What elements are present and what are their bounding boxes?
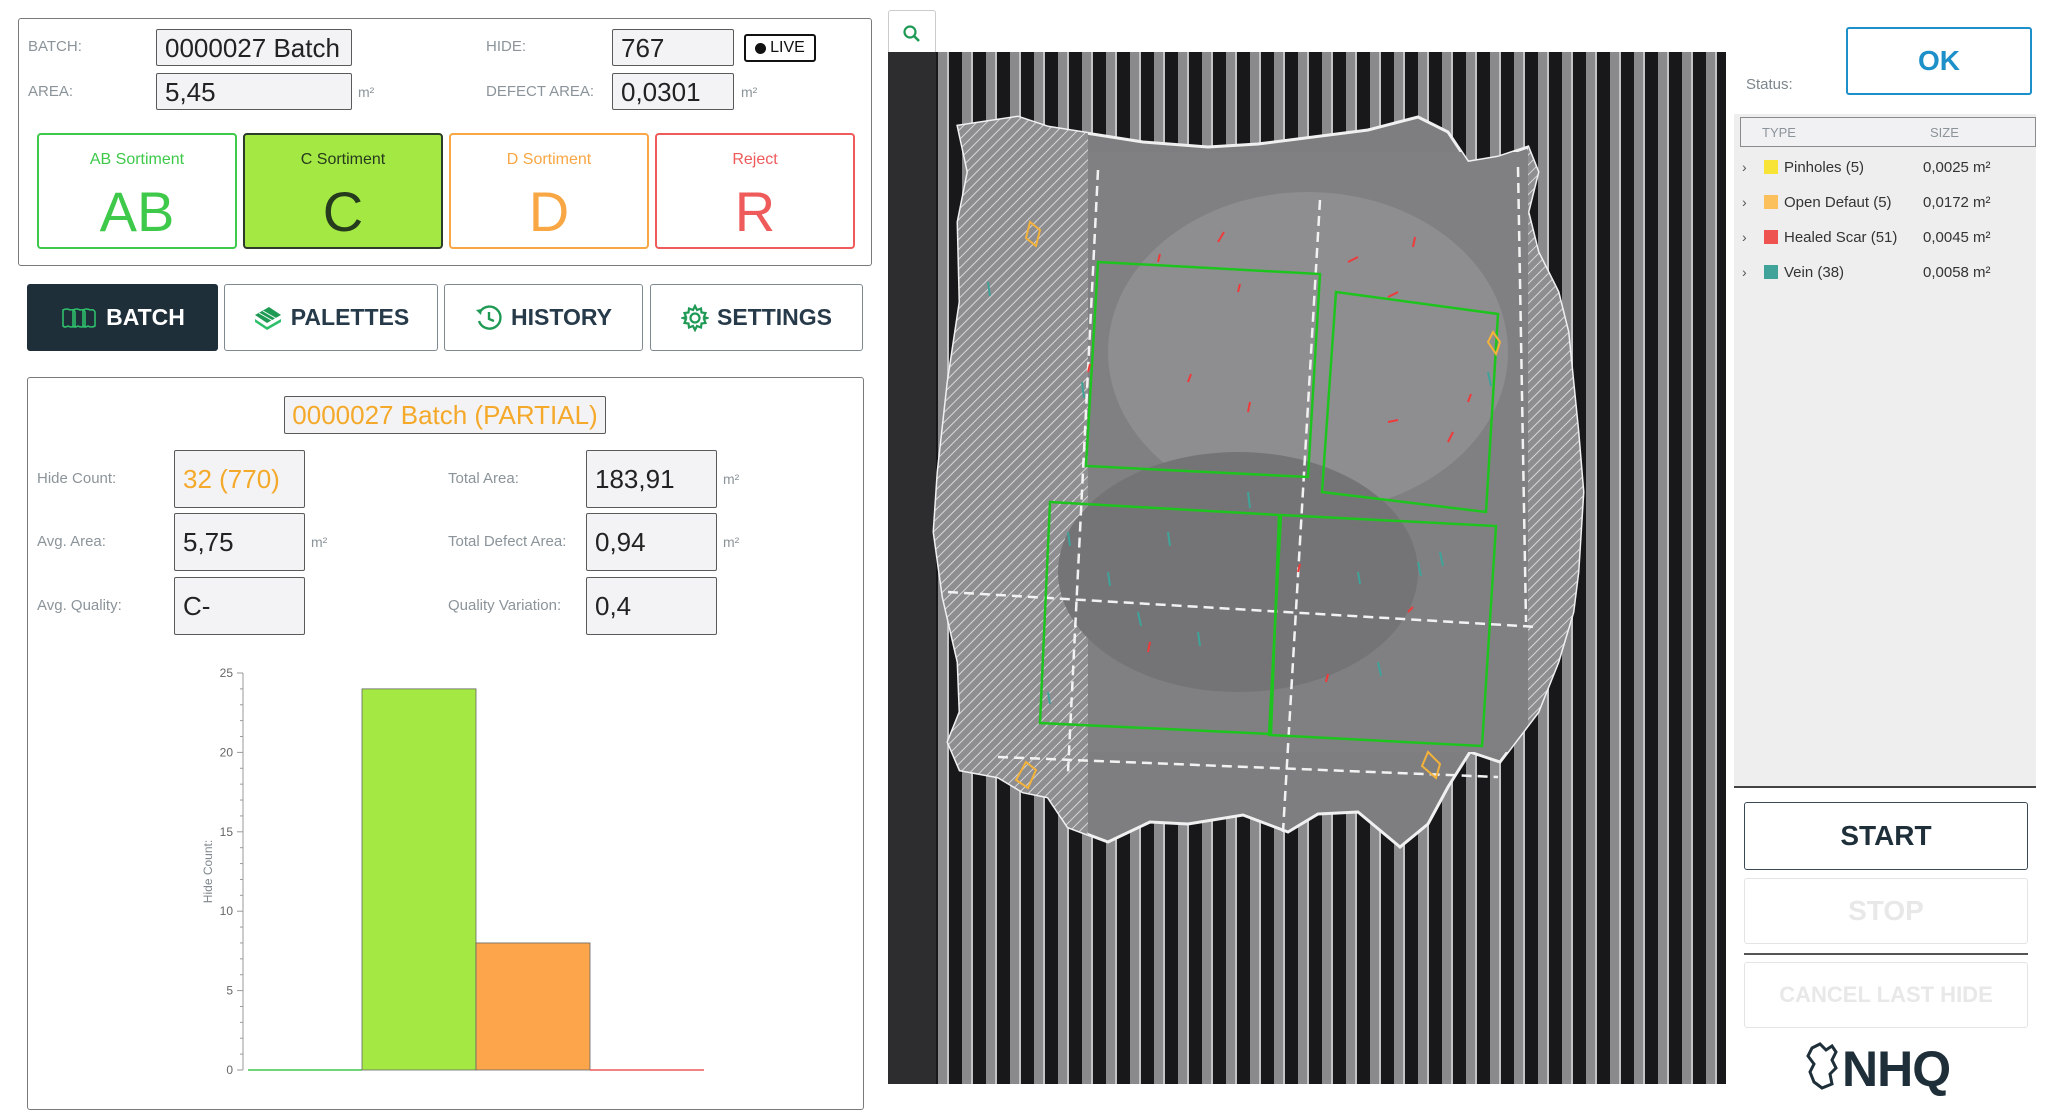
sortiment-grade: AB xyxy=(99,180,175,243)
defect-area-unit: m² xyxy=(741,84,758,100)
swatch-healed-scar xyxy=(1764,230,1778,244)
y-tick-label: 10 xyxy=(220,904,234,918)
status-label: Status: xyxy=(1746,76,1793,93)
logo-text: NHQ xyxy=(1842,1041,1951,1097)
legend-row-pinholes[interactable]: › Pinholes (5) 0,0025 m² xyxy=(1742,157,1991,177)
batch-label: BATCH: xyxy=(28,38,82,55)
defect-size: 0,0025 m² xyxy=(1923,158,1991,176)
sortiment-card-c[interactable]: C Sortiment C xyxy=(243,133,443,249)
total-area-field: 183,91 xyxy=(586,450,717,508)
tab-palettes[interactable]: PALETTES xyxy=(224,284,438,351)
legend-row-vein[interactable]: › Vein (38) 0,0058 m² xyxy=(1742,262,1991,282)
cancel-last-hide-button[interactable]: CANCEL LAST HIDE xyxy=(1744,962,2028,1028)
legend-row-open-defaut[interactable]: › Open Defaut (5) 0,0172 m² xyxy=(1742,192,1991,212)
zoom-icon xyxy=(903,25,920,42)
tab-history[interactable]: HISTORY xyxy=(444,284,643,351)
hide-stack-icon xyxy=(62,307,96,328)
defect-name: Pinholes (5) xyxy=(1784,158,1865,176)
y-tick-label: 25 xyxy=(220,666,234,680)
tab-settings-label: SETTINGS xyxy=(716,304,832,330)
bar-c xyxy=(361,688,477,1071)
total-defect-unit: m² xyxy=(723,534,740,550)
chevron-right-icon: › xyxy=(1742,264,1747,280)
sortiment-grade: R xyxy=(734,180,776,243)
tab-palettes-label: PALETTES xyxy=(290,304,410,330)
total-defect-label: Total Defect Area: xyxy=(448,533,567,550)
palette-stack-icon xyxy=(254,306,281,330)
live-badge: LIVE xyxy=(744,34,816,62)
area-field: 5,45 xyxy=(156,73,352,110)
quality-variation-field: 0,4 xyxy=(586,577,717,635)
sortiment-title: D Sortiment xyxy=(506,151,592,168)
y-axis-label: Hide Count: xyxy=(201,840,215,903)
defect-size: 0,0172 m² xyxy=(1923,193,1991,211)
quality-variation-label: Quality Variation: xyxy=(448,597,562,614)
defect-area-label: DEFECT AREA: xyxy=(486,83,595,100)
hide-label: HIDE: xyxy=(486,38,527,55)
sortiment-title: C Sortiment xyxy=(300,151,386,168)
avg-area-label: Avg. Area: xyxy=(37,533,106,550)
tab-batch-label: BATCH xyxy=(106,304,185,330)
area-unit: m² xyxy=(358,84,375,100)
avg-quality-field: C- xyxy=(174,577,305,635)
total-defect-field: 0,94 xyxy=(586,513,717,571)
avg-quality-label: Avg. Quality: xyxy=(37,597,122,614)
hide-count-field: 32 (770) xyxy=(174,450,305,508)
total-area-unit: m² xyxy=(723,471,740,487)
live-dot-icon xyxy=(755,42,767,54)
avg-area-field: 5,75 xyxy=(174,513,305,571)
chevron-right-icon: › xyxy=(1742,194,1747,210)
defect-name: Open Defaut (5) xyxy=(1784,193,1892,211)
defect-size: 0,0058 m² xyxy=(1923,263,1991,281)
chevron-right-icon: › xyxy=(1742,229,1747,245)
swatch-pinholes xyxy=(1764,160,1778,174)
sortiment-grade: D xyxy=(528,180,570,243)
total-area-label: Total Area: xyxy=(448,470,519,487)
defect-name: Healed Scar (51) xyxy=(1784,228,1898,246)
sortiment-title: AB Sortiment xyxy=(89,151,185,168)
y-tick-label: 0 xyxy=(226,1063,233,1077)
avg-area-unit: m² xyxy=(311,534,328,550)
swatch-open-defaut xyxy=(1764,195,1778,209)
hide-count-label: Hide Count: xyxy=(37,470,117,487)
hide-count-chart: 0 5 10 15 20 25 Hide Count: xyxy=(201,666,704,1077)
gear-icon xyxy=(680,303,709,332)
start-button[interactable]: START xyxy=(1744,802,2028,870)
history-clock-icon xyxy=(476,304,502,330)
chevron-right-icon: › xyxy=(1742,159,1747,175)
defect-legend-panel xyxy=(1734,114,2036,788)
y-tick-label: 20 xyxy=(220,745,234,759)
live-label: LIVE xyxy=(770,39,805,56)
tab-batch[interactable]: BATCH xyxy=(27,284,218,351)
batch-field: 0000027 Batch xyxy=(156,29,352,66)
nhq-logo: NHQ xyxy=(1806,1038,1966,1098)
divider xyxy=(1744,953,2028,955)
sortiment-title: Reject xyxy=(732,151,778,168)
sortiment-card-d[interactable]: D Sortiment D xyxy=(449,133,649,249)
tab-history-label: HISTORY xyxy=(511,304,612,330)
bar-d xyxy=(475,942,591,1071)
hide-scan-image xyxy=(888,52,1726,1084)
sortiment-card-ab[interactable]: AB Sortiment AB xyxy=(37,133,237,249)
batch-title: 0000027 Batch (PARTIAL) xyxy=(284,396,606,434)
size-header: SIZE xyxy=(1930,125,1959,140)
defect-name: Vein (38) xyxy=(1784,263,1845,281)
ok-status-button[interactable]: OK xyxy=(1846,27,2032,95)
defect-size: 0,0045 m² xyxy=(1923,228,1991,246)
stop-button[interactable]: STOP xyxy=(1744,878,2028,944)
sortiment-card-reject[interactable]: Reject R xyxy=(655,133,855,249)
type-header: TYPE xyxy=(1762,125,1796,140)
swatch-vein xyxy=(1764,265,1778,279)
sortiment-grade: C xyxy=(322,180,364,243)
zoom-button[interactable] xyxy=(888,10,936,58)
y-tick-label: 15 xyxy=(220,825,234,839)
defect-area-field: 0,0301 xyxy=(612,73,734,110)
hide-field: 767 xyxy=(612,29,734,66)
area-label: AREA: xyxy=(28,83,74,100)
tab-settings[interactable]: SETTINGS xyxy=(650,284,863,351)
legend-row-healed-scar[interactable]: › Healed Scar (51) 0,0045 m² xyxy=(1742,227,1991,247)
y-tick-label: 5 xyxy=(226,984,233,998)
